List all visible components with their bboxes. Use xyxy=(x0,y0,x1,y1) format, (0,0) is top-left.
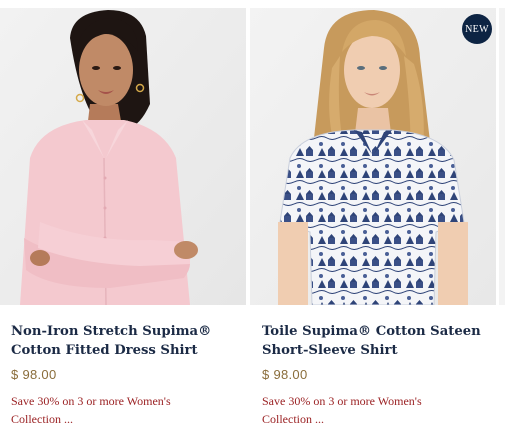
product-grid: Non-Iron Stretch Supima® Cotton Fitted D… xyxy=(0,0,505,434)
product-title[interactable]: Non-Iron Stretch Supima® Cotton Fitted D… xyxy=(11,322,243,360)
model-toile-shirt-illustration xyxy=(250,8,496,305)
model-pink-shirt-illustration xyxy=(0,8,246,305)
product-price: $ 98.00 xyxy=(262,367,308,382)
product-image[interactable] xyxy=(250,8,496,305)
next-product-image-edge xyxy=(499,8,505,305)
promo-text[interactable]: Save 30% on 3 or more Women's Collection… xyxy=(262,392,462,428)
product-card[interactable]: Non-Iron Stretch Supima® Cotton Fitted D… xyxy=(0,0,246,434)
promo-text[interactable]: Save 30% on 3 or more Women's Collection… xyxy=(11,392,211,428)
new-badge: NEW xyxy=(462,14,492,44)
product-price: $ 98.00 xyxy=(11,367,57,382)
product-card[interactable]: NEW Toile Supima® Cotton Sateen Short-Sl… xyxy=(250,0,496,434)
product-image[interactable] xyxy=(0,8,246,305)
product-title[interactable]: Toile Supima® Cotton Sateen Short-Sleeve… xyxy=(262,322,494,360)
